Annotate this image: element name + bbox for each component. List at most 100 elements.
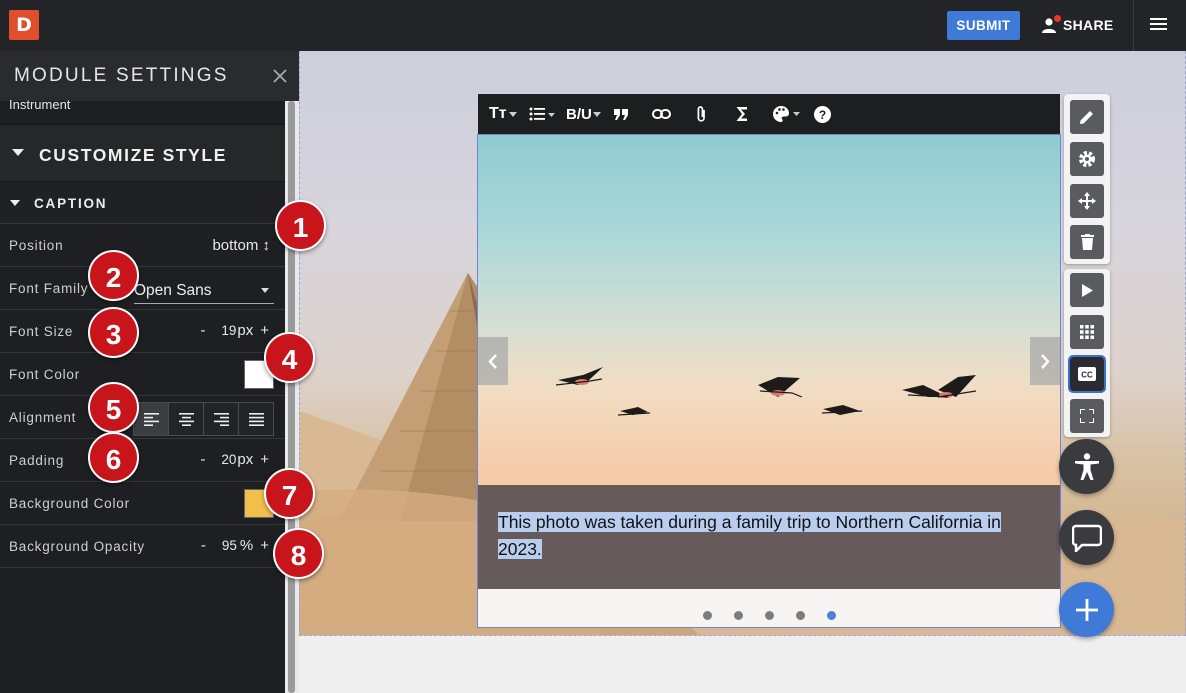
decrement-button[interactable]: - <box>200 322 205 339</box>
background-color-label: Background Color <box>9 496 130 511</box>
grid-icon <box>1080 325 1094 339</box>
move-button[interactable] <box>1070 184 1104 218</box>
share-label: SHARE <box>1063 17 1114 33</box>
padding-stepper: - 20 px + <box>200 451 269 468</box>
scrollbar-thumb[interactable] <box>288 101 295 693</box>
add-button[interactable] <box>1059 582 1114 637</box>
bold-underline-icon[interactable]: B/U <box>566 94 601 134</box>
chevron-right-icon <box>1041 353 1050 369</box>
alignment-row: Alignment <box>0 396 285 439</box>
page-footer-area <box>299 636 1186 693</box>
share-button[interactable]: SHARE <box>1041 12 1114 38</box>
gear-icon <box>1079 151 1095 167</box>
module-name: Instrument <box>9 97 71 112</box>
increment-button[interactable]: + <box>260 537 269 554</box>
align-justify-button[interactable] <box>239 403 273 435</box>
slide-dot[interactable] <box>764 611 774 620</box>
link-icon[interactable] <box>652 94 671 134</box>
help-icon[interactable]: ? <box>814 94 831 134</box>
list-icon[interactable] <box>529 94 555 134</box>
unit-label: px <box>237 451 254 468</box>
align-center-icon <box>178 412 194 426</box>
align-right-button[interactable] <box>204 403 239 435</box>
attachment-icon[interactable] <box>696 94 707 134</box>
accessibility-icon <box>1074 452 1099 480</box>
increment-button[interactable]: + <box>260 451 269 468</box>
step-badge-7: 7 <box>264 468 315 519</box>
font-color-label: Font Color <box>9 367 81 382</box>
grid-button[interactable] <box>1070 315 1104 349</box>
submit-button[interactable]: SUBMIT <box>947 11 1020 40</box>
font-size-value[interactable]: 19 <box>221 323 236 338</box>
hamburger-menu-icon[interactable] <box>1150 17 1167 31</box>
panel-scrollbar[interactable] <box>285 101 299 693</box>
settings-button[interactable] <box>1070 142 1104 176</box>
align-left-button[interactable] <box>134 403 169 435</box>
chat-button[interactable] <box>1059 510 1114 565</box>
font-size-stepper: - 19 px + <box>200 322 269 339</box>
fullscreen-button[interactable] <box>1070 399 1104 433</box>
padding-value[interactable]: 20 <box>221 452 236 467</box>
slide-photo <box>478 135 1060 485</box>
caption-subsection[interactable]: CAPTION <box>0 182 285 224</box>
background-opacity-label: Background Opacity <box>9 539 145 554</box>
font-family-select[interactable]: Open Sans <box>134 277 274 304</box>
decrement-button[interactable]: - <box>201 537 206 554</box>
app-logo[interactable]: D <box>9 10 39 40</box>
previous-slide-button[interactable] <box>478 337 508 385</box>
module-tools: CC <box>1064 94 1110 437</box>
position-label: Position <box>9 238 64 253</box>
flamingos-image <box>555 367 977 416</box>
tool-group-media: CC <box>1064 269 1110 437</box>
tool-group-edit <box>1064 94 1110 264</box>
step-badge-3: 3 <box>88 307 139 358</box>
align-center-button[interactable] <box>169 403 204 435</box>
slide-dot[interactable] <box>826 611 836 620</box>
section-title: CUSTOMIZE STYLE <box>39 145 227 165</box>
palette-icon[interactable] <box>773 94 801 134</box>
plus-icon <box>1075 598 1098 621</box>
background-opacity-stepper: - 95 % + <box>201 537 269 554</box>
alignment-toggle-group <box>133 402 274 436</box>
edit-button[interactable] <box>1070 100 1104 134</box>
slideshow-module[interactable]: This photo was taken during a family tri… <box>477 134 1061 628</box>
position-select[interactable]: bottom ↕ <box>212 237 270 254</box>
accessibility-button[interactable] <box>1059 439 1114 494</box>
font-family-label: Font Family <box>9 281 89 296</box>
customize-style-section[interactable]: CUSTOMIZE STYLE <box>0 124 285 182</box>
slide-dot[interactable] <box>733 611 743 620</box>
notification-dot <box>1054 15 1061 22</box>
font-family-value: Open Sans <box>134 282 212 299</box>
align-left-icon <box>143 412 159 426</box>
selected-caption[interactable]: This photo was taken during a family tri… <box>498 512 1001 559</box>
step-badge-6: 6 <box>88 432 139 483</box>
pencil-icon <box>1080 111 1093 124</box>
caption-overlay[interactable]: This photo was taken during a family tri… <box>478 485 1060 589</box>
background-opacity-value[interactable]: 95 <box>222 538 237 553</box>
caption-button[interactable]: CC <box>1068 355 1106 393</box>
padding-row: Padding - 20 px + <box>0 439 285 482</box>
play-button[interactable] <box>1070 273 1104 307</box>
bold-underline-glyph: B/U <box>566 105 592 123</box>
close-icon[interactable] <box>272 68 288 84</box>
trash-icon <box>1080 234 1094 250</box>
delete-button[interactable] <box>1070 225 1104 259</box>
slide-dot[interactable] <box>702 611 712 620</box>
next-slide-button[interactable] <box>1030 337 1060 385</box>
play-icon <box>1081 283 1093 297</box>
rich-text-toolbar: Tт B/U ? <box>478 94 1060 134</box>
step-badge-5: 5 <box>88 382 139 433</box>
caption-text[interactable]: This photo was taken during a family tri… <box>498 509 1038 563</box>
decrement-button[interactable]: - <box>200 451 205 468</box>
font-size-row: Font Size - 19 px + <box>0 310 285 353</box>
quote-icon[interactable] <box>614 94 628 134</box>
text-size-icon[interactable]: Tт <box>489 94 517 134</box>
svg-text:CC: CC <box>1081 371 1093 380</box>
alignment-label: Alignment <box>9 410 77 425</box>
slide-dot[interactable] <box>795 611 805 620</box>
align-right-icon <box>213 412 229 426</box>
increment-button[interactable]: + <box>260 322 269 339</box>
chevron-down-icon <box>12 149 24 156</box>
slide-indicators <box>478 611 1060 620</box>
sigma-icon[interactable] <box>736 94 748 134</box>
